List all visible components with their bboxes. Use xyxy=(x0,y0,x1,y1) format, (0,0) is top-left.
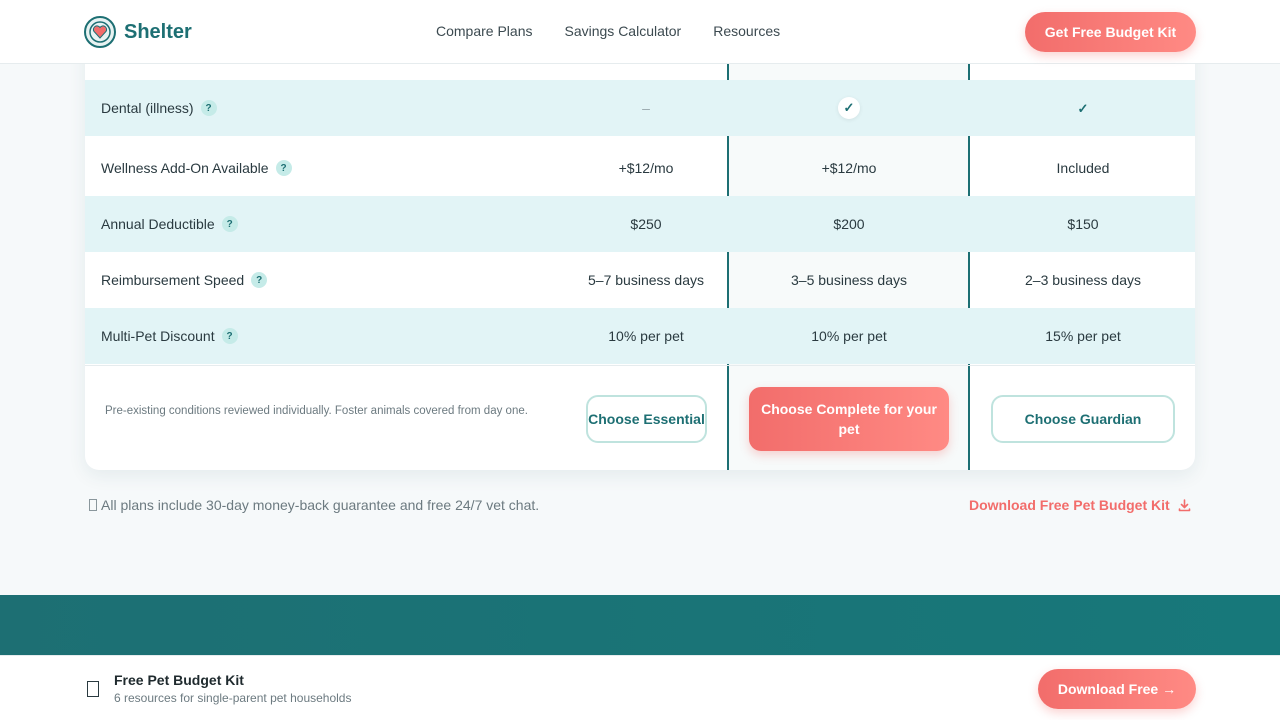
document-icon xyxy=(87,681,99,697)
table-row: Wellness Add-On Available ? +$12/mo +$12… xyxy=(85,140,1195,196)
choose-essential-button[interactable]: Choose Essential xyxy=(586,395,707,443)
coverage-footnote: Pre-existing conditions reviewed individ… xyxy=(105,405,528,417)
check-icon: ✓ xyxy=(843,100,855,115)
download-budget-kit-link[interactable]: Download Free Pet Budget Kit xyxy=(969,497,1191,513)
download-link-label: Download Free Pet Budget Kit xyxy=(969,497,1170,513)
teal-section-band xyxy=(0,595,1280,655)
main-nav: Compare Plans Savings Calculator Resourc… xyxy=(436,23,780,39)
essential-value: 5–7 business days xyxy=(588,272,704,288)
guardian-value: Included xyxy=(1056,160,1110,176)
guarantee-text: All plans include 30-day money-back guar… xyxy=(101,497,540,513)
table-actions-row: Pre-existing conditions reviewed individ… xyxy=(85,365,1195,470)
bottom-bar-title: Free Pet Budget Kit xyxy=(114,672,244,688)
complete-value: +$12/mo xyxy=(821,160,877,176)
shield-icon xyxy=(89,499,97,511)
site-header: Shelter Compare Plans Savings Calculator… xyxy=(0,0,1280,64)
essential-value: +$12/mo xyxy=(618,160,674,176)
help-icon[interactable]: ? xyxy=(275,160,292,176)
download-free-button[interactable]: Download Free → xyxy=(1038,669,1196,709)
guardian-value: 2–3 business days xyxy=(1025,272,1141,288)
table-row: Reimbursement Speed ? 5–7 business days … xyxy=(85,252,1195,308)
row-label: Dental (illness) xyxy=(101,100,194,116)
complete-value: 10% per pet xyxy=(811,328,887,344)
shelter-logo-icon xyxy=(84,16,116,48)
table-row: Annual Deductible ? $250 $200 $150 xyxy=(85,196,1195,252)
help-icon[interactable]: ? xyxy=(251,272,268,288)
plan-comparison-table: Dental (illness) ? – ✓ ✓ Wellness Add-On… xyxy=(85,0,1195,470)
row-label: Multi-Pet Discount xyxy=(101,328,215,344)
complete-value: 3–5 business days xyxy=(791,272,907,288)
help-icon[interactable]: ? xyxy=(200,100,217,116)
table-row: Multi-Pet Discount ? 10% per pet 10% per… xyxy=(85,308,1195,364)
bottom-bar-subtitle: 6 resources for single-parent pet househ… xyxy=(114,691,352,705)
download-icon xyxy=(1178,498,1190,511)
guardian-value: $150 xyxy=(1067,216,1099,232)
check-icon: ✓ xyxy=(1077,100,1089,116)
essential-value: 10% per pet xyxy=(608,328,684,344)
brand-logo[interactable]: Shelter xyxy=(84,16,192,48)
row-label: Annual Deductible xyxy=(101,216,215,232)
get-budget-kit-button[interactable]: Get Free Budget Kit xyxy=(1025,12,1196,52)
essential-value: $250 xyxy=(630,216,662,232)
nav-savings-calculator[interactable]: Savings Calculator xyxy=(565,23,682,39)
row-label: Wellness Add-On Available xyxy=(101,160,269,176)
essential-value: – xyxy=(642,100,650,116)
choose-complete-button[interactable]: Choose Complete for your pet xyxy=(749,387,949,451)
row-label: Reimbursement Speed xyxy=(101,272,245,288)
guardian-value: 15% per pet xyxy=(1045,328,1121,344)
nav-resources[interactable]: Resources xyxy=(713,23,780,39)
guarantee-note: All plans include 30-day money-back guar… xyxy=(89,497,539,513)
help-icon[interactable]: ? xyxy=(221,216,238,232)
table-row: Dental (illness) ? – ✓ ✓ xyxy=(85,80,1195,136)
sticky-bottom-bar: Free Pet Budget Kit 6 resources for sing… xyxy=(0,655,1280,720)
nav-compare-plans[interactable]: Compare Plans xyxy=(436,23,533,39)
complete-value: $200 xyxy=(833,216,865,232)
choose-guardian-button[interactable]: Choose Guardian xyxy=(991,395,1175,443)
help-icon[interactable]: ? xyxy=(221,328,238,344)
brand-name: Shelter xyxy=(124,20,192,43)
